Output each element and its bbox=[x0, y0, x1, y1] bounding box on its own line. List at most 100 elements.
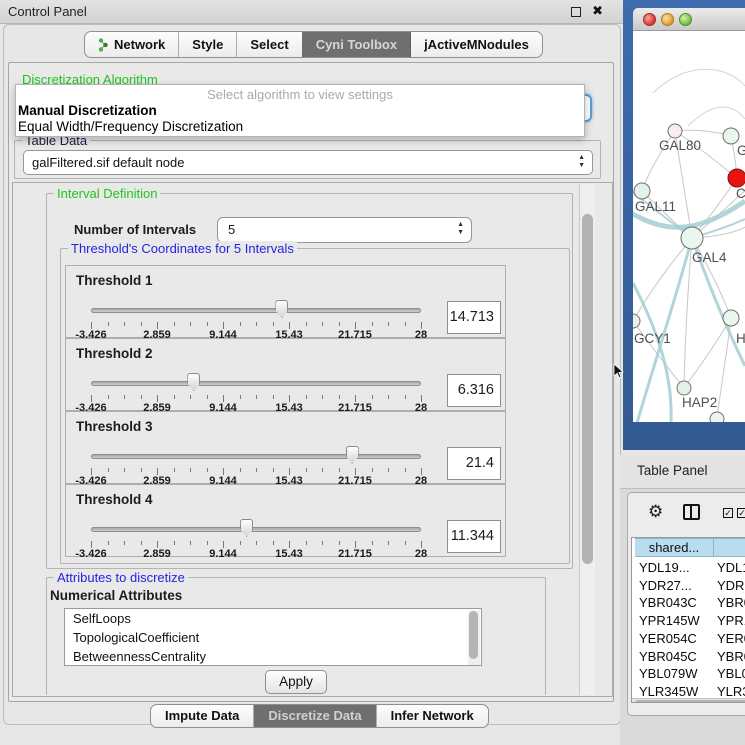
slider-tick bbox=[223, 322, 224, 329]
slider-tick bbox=[306, 322, 307, 326]
tab-impute-data[interactable]: Impute Data bbox=[151, 705, 253, 727]
network-edge[interactable] bbox=[633, 283, 671, 422]
settings-vertical-scrollbar[interactable] bbox=[579, 184, 595, 695]
slider-tick-label: 9.144 bbox=[209, 548, 237, 560]
slider-tick bbox=[421, 468, 422, 475]
network-node-hap2[interactable] bbox=[677, 381, 691, 395]
column-header-na[interactable]: na bbox=[714, 538, 745, 557]
network-edge[interactable] bbox=[633, 238, 692, 321]
slider-tick bbox=[157, 322, 158, 329]
slider-tick bbox=[388, 541, 389, 545]
network-node-c[interactable] bbox=[728, 169, 745, 187]
threshold-value-field[interactable]: 14.713 bbox=[447, 301, 501, 334]
slider-thumb[interactable] bbox=[240, 519, 253, 537]
cell-shared-name: YBR045C bbox=[639, 648, 697, 666]
float-window-icon[interactable] bbox=[571, 7, 581, 17]
network-edge[interactable] bbox=[653, 69, 745, 93]
interval-definition-group: Interval Definition Number of Intervals … bbox=[46, 193, 573, 569]
tab-jactivemnodules[interactable]: jActiveMNodules bbox=[410, 32, 542, 57]
split-columns-icon[interactable] bbox=[683, 504, 700, 520]
slider-tick bbox=[421, 541, 422, 548]
tab-select[interactable]: Select bbox=[236, 32, 301, 57]
network-node-gal11[interactable] bbox=[634, 183, 650, 199]
slider-tick bbox=[91, 395, 92, 402]
node-table[interactable]: shared...na YDL19...YDL1YDR27...YDR2YBR0… bbox=[631, 537, 745, 703]
slider-tick bbox=[339, 541, 340, 545]
tab-style[interactable]: Style bbox=[178, 32, 236, 57]
slider-tick bbox=[174, 541, 175, 545]
slider-tick bbox=[240, 395, 241, 399]
slider-tick bbox=[405, 468, 406, 472]
threshold-slider[interactable]: -3.4262.8599.14415.4321.71528 bbox=[91, 300, 421, 338]
table-row[interactable]: YPR145WYPR1 bbox=[632, 612, 745, 630]
slider-tick bbox=[223, 468, 224, 475]
tab-network[interactable]: Network bbox=[85, 32, 178, 57]
tab-label: Style bbox=[192, 32, 223, 57]
algorithm-option-equal-width-frequency-discretization[interactable]: Equal Width/Frequency Discretization bbox=[18, 119, 243, 134]
network-node-gcy1[interactable] bbox=[633, 314, 640, 328]
threshold-slider[interactable]: -3.4262.8599.14415.4321.71528 bbox=[91, 373, 421, 411]
slider-tick-label: -3.426 bbox=[75, 548, 106, 560]
slider-tick bbox=[289, 395, 290, 402]
threshold-slider[interactable]: -3.4262.8599.14415.4321.71528 bbox=[91, 446, 421, 484]
network-node[interactable] bbox=[710, 412, 724, 422]
network-edge[interactable] bbox=[684, 318, 731, 388]
slider-tick bbox=[339, 395, 340, 399]
table-row[interactable]: YER054CYER0 bbox=[632, 630, 745, 648]
table-data-combobox[interactable]: galFiltered.sif default node ▲▼ bbox=[23, 150, 593, 175]
zoom-traffic-light-icon[interactable] bbox=[679, 13, 692, 26]
tab-infer-network[interactable]: Infer Network bbox=[376, 705, 488, 727]
network-canvas[interactable]: GAL80GACGAL11GAL4GCY1HHAP2 bbox=[633, 31, 745, 422]
mouse-cursor bbox=[613, 363, 625, 379]
close-icon[interactable]: ✖ bbox=[592, 3, 603, 19]
threshold-slider[interactable]: -3.4262.8599.14415.4321.71528 bbox=[91, 519, 421, 557]
threshold-label: Threshold 2 bbox=[76, 346, 153, 361]
scrollbar-thumb[interactable] bbox=[582, 214, 593, 564]
number-of-intervals-combobox[interactable]: 5 ▲▼ bbox=[217, 217, 472, 243]
slider-tick bbox=[256, 322, 257, 326]
slider-tick bbox=[108, 322, 109, 326]
tab-discretize-data[interactable]: Discretize Data bbox=[253, 705, 375, 727]
attributes-scrollbar[interactable] bbox=[468, 610, 480, 666]
threshold-value-field[interactable]: 11.344 bbox=[447, 520, 501, 553]
slider-tick bbox=[372, 468, 373, 472]
combo-stepper-icon: ▲▼ bbox=[457, 221, 464, 237]
table-row[interactable]: YBR043CYBR0 bbox=[632, 594, 745, 612]
slider-tick bbox=[273, 468, 274, 472]
network-node-ga[interactable] bbox=[723, 128, 739, 144]
table-row[interactable]: YBR045CYBR0 bbox=[632, 648, 745, 666]
tab-label: Select bbox=[250, 32, 288, 57]
algorithm-option-manual-discretization[interactable]: Manual Discretization bbox=[18, 103, 157, 118]
network-node-gal80[interactable] bbox=[668, 124, 682, 138]
column-header-shared-[interactable]: shared... bbox=[635, 538, 714, 557]
network-node-h[interactable] bbox=[723, 310, 739, 326]
tab-cyni-toolbox[interactable]: Cyni Toolbox bbox=[302, 32, 410, 57]
table-row[interactable]: YDR27...YDR2 bbox=[632, 577, 745, 595]
list-item[interactable]: SelfLoops bbox=[65, 609, 481, 628]
slider-thumb[interactable] bbox=[346, 446, 359, 464]
table-horizontal-scrollbar[interactable] bbox=[632, 698, 745, 703]
slider-thumb[interactable] bbox=[275, 300, 288, 318]
threshold-value-field[interactable]: 6.316 bbox=[447, 374, 501, 407]
slider-tick bbox=[405, 541, 406, 545]
table-row[interactable]: YBL079WYBL0 bbox=[632, 665, 745, 683]
slider-thumb[interactable] bbox=[187, 373, 200, 391]
threshold-value-field[interactable]: 21.4 bbox=[447, 447, 501, 480]
checkbox-icon[interactable]: ✓ bbox=[723, 508, 733, 518]
numerical-attributes-list[interactable]: SelfLoopsTopologicalCoefficientBetweenne… bbox=[64, 608, 482, 666]
apply-button[interactable]: Apply bbox=[265, 670, 327, 694]
list-item[interactable]: BetweennessCentrality bbox=[65, 647, 481, 666]
slider-tick bbox=[306, 468, 307, 472]
threshold-label: Threshold 1 bbox=[76, 273, 153, 288]
tab-label: Cyni Toolbox bbox=[316, 32, 397, 57]
gear-icon[interactable]: ⚙ bbox=[648, 502, 663, 522]
network-edge[interactable] bbox=[688, 107, 745, 126]
checkbox-icon[interactable]: ✓ bbox=[737, 508, 745, 518]
table-row[interactable]: YDL19...YDL1 bbox=[632, 559, 745, 577]
slider-tick bbox=[322, 395, 323, 399]
slider-tick bbox=[256, 541, 257, 545]
list-item[interactable]: TopologicalCoefficient bbox=[65, 628, 481, 647]
minimize-traffic-light-icon[interactable] bbox=[661, 13, 674, 26]
close-traffic-light-icon[interactable] bbox=[643, 13, 656, 26]
network-node-gal4[interactable] bbox=[681, 227, 703, 249]
